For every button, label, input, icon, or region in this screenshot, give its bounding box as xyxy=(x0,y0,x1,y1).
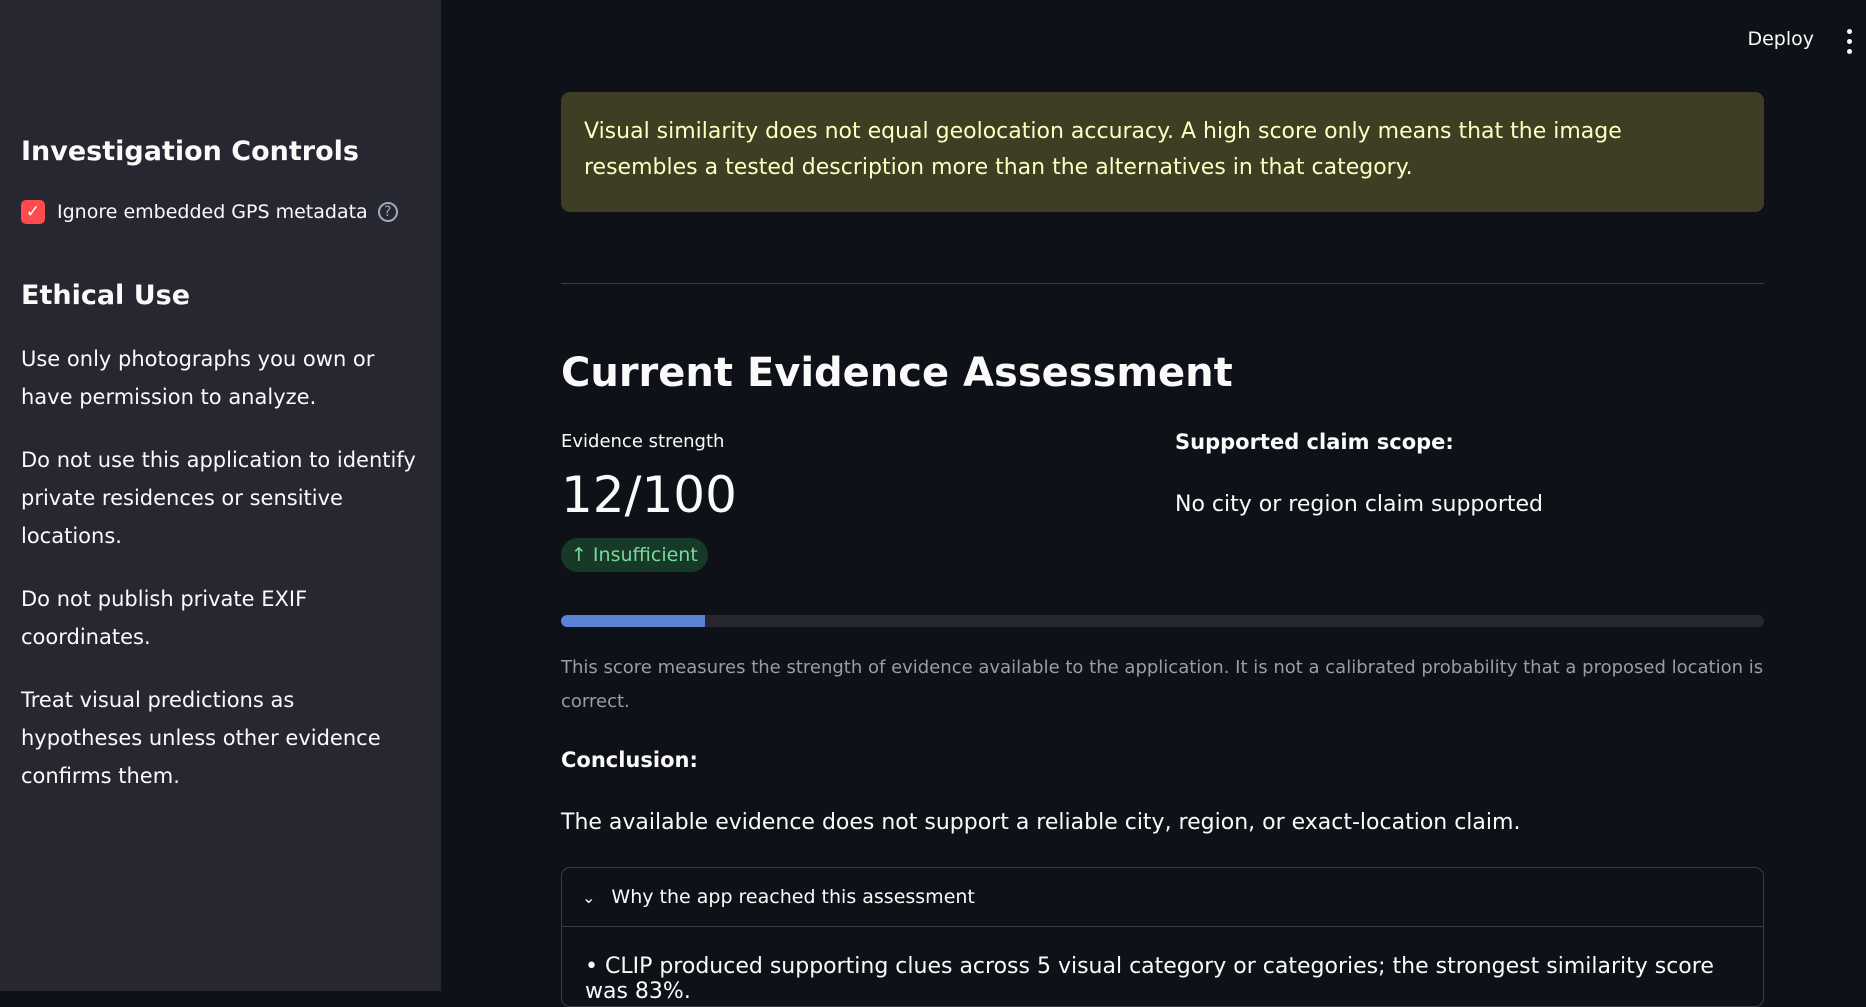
expander-header[interactable]: ⌄ Why the app reached this assessment xyxy=(562,868,1763,927)
ethics-heading: Ethical Use xyxy=(21,280,191,311)
conclusion-title: Conclusion: xyxy=(561,748,698,772)
conclusion-text: The available evidence does not support … xyxy=(561,810,1521,835)
score-caption: This score measures the strength of evid… xyxy=(561,657,1764,712)
ethics-paragraph: Do not publish private EXIF coordinates. xyxy=(21,587,308,649)
ethics-paragraph: Do not use this application to identify … xyxy=(21,448,416,548)
scope-title: Supported claim scope: xyxy=(1175,430,1454,454)
progress-fill xyxy=(561,615,706,627)
kebab-icon[interactable] xyxy=(1847,29,1852,54)
section-title: Current Evidence Assessment xyxy=(561,350,1233,396)
sidebar: Investigation Controls ✓ Ignore embedded… xyxy=(0,0,441,991)
warning-alert: Visual similarity does not equal geoloca… xyxy=(561,92,1764,212)
deploy-button[interactable]: Deploy xyxy=(1747,28,1814,50)
chevron-down-icon[interactable]: ⌄ xyxy=(582,888,595,907)
metric-delta-badge: ↑ Insufficient xyxy=(561,538,708,572)
sidebar-heading: Investigation Controls xyxy=(21,136,359,167)
metric-label: Evidence strength xyxy=(561,431,725,452)
help-icon[interactable]: ? xyxy=(377,202,398,222)
divider xyxy=(561,283,1764,284)
assessment-expander: ⌄ Why the app reached this assessment • … xyxy=(561,867,1764,1007)
checkbox-checked-icon[interactable]: ✓ xyxy=(21,200,45,224)
list-item: • CLIP produced supporting clues across … xyxy=(585,954,1714,1004)
arrow-up-icon: ↑ xyxy=(571,544,587,566)
ignore-gps-checkbox[interactable]: ✓ Ignore embedded GPS metadata ? xyxy=(21,200,398,224)
metric-delta-label: Insufficient xyxy=(592,544,698,566)
expander-title[interactable]: Why the app reached this assessment xyxy=(611,886,974,908)
evidence-progress-bar xyxy=(561,615,1764,627)
metric-value: 12/100 xyxy=(561,466,737,524)
ethics-paragraph: Treat visual predictions as hypotheses u… xyxy=(21,688,381,788)
checkbox-label[interactable]: Ignore embedded GPS metadata xyxy=(57,201,368,223)
scope-value: No city or region claim supported xyxy=(1175,492,1544,517)
ethics-paragraph: Use only photographs you own or have per… xyxy=(21,347,375,409)
